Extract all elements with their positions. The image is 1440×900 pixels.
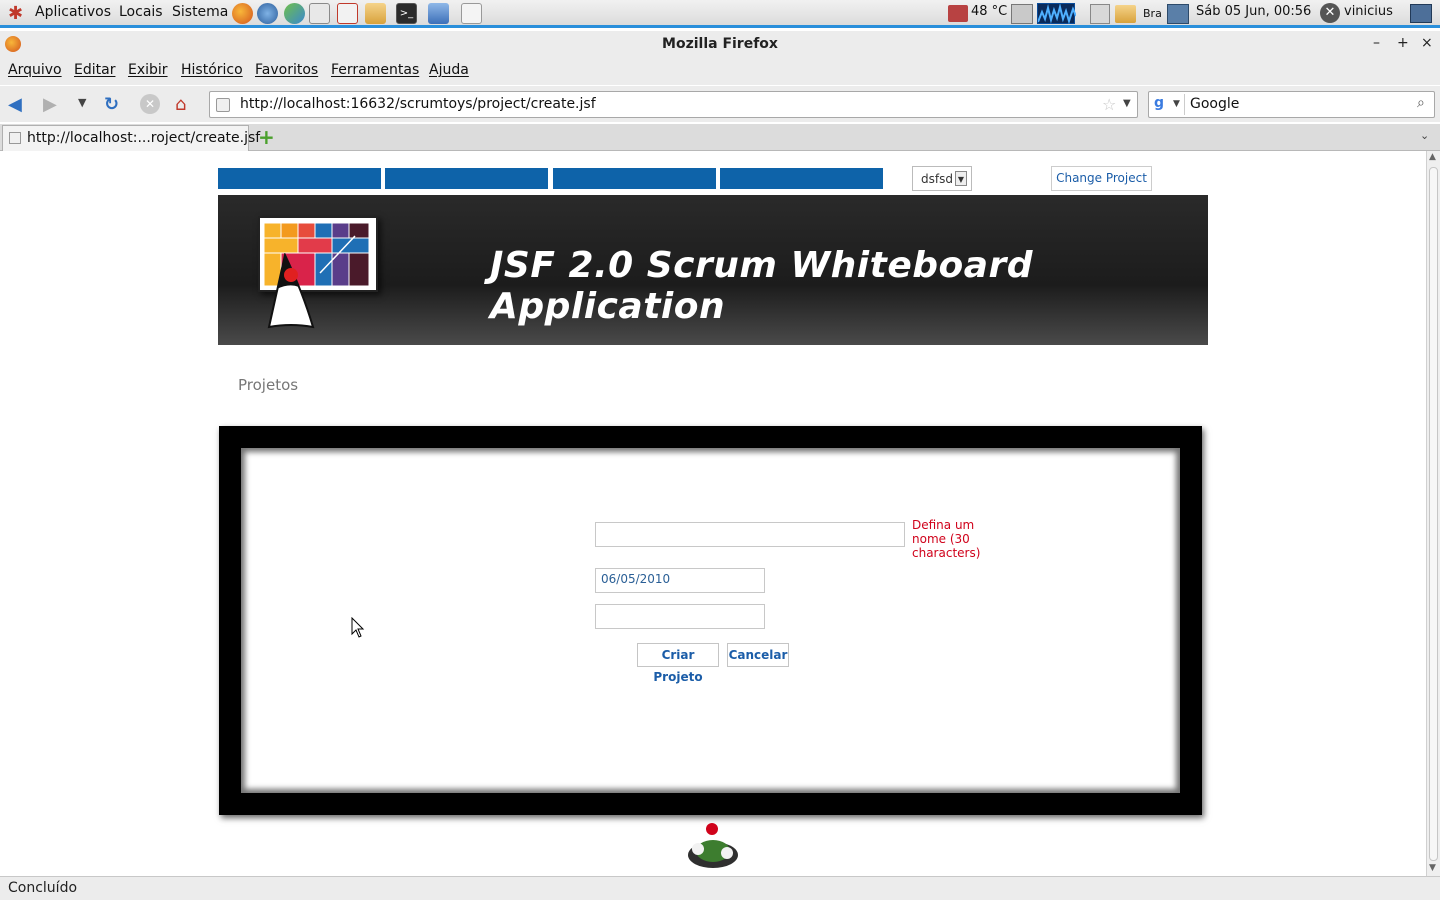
- start-date-input[interactable]: 06/05/2010: [595, 568, 765, 593]
- scroll-up-icon[interactable]: ▲: [1429, 152, 1436, 162]
- url-text[interactable]: http://localhost:16632/scrumtoys/project…: [240, 96, 596, 112]
- scroll-down-icon[interactable]: ▼: [1429, 863, 1436, 873]
- tab-label[interactable]: http://localhost:...roject/create.jsf: [27, 130, 260, 146]
- editor-launcher-icon[interactable]: [461, 3, 482, 24]
- reload-icon[interactable]: ↻: [104, 94, 119, 115]
- menu-view[interactable]: Exibir: [128, 62, 168, 78]
- chat-launcher-icon[interactable]: [284, 3, 305, 24]
- downloads-tray-icon[interactable]: [1090, 4, 1110, 24]
- search-engine-selector[interactable]: g ▼: [1151, 94, 1185, 115]
- search-magnifier-icon[interactable]: ⌕: [1417, 95, 1425, 111]
- show-desktop-icon[interactable]: [1410, 4, 1432, 23]
- panel-menu-applications[interactable]: Aplicativos: [35, 4, 111, 20]
- minimize-button[interactable]: –: [1373, 35, 1380, 51]
- stop-icon[interactable]: ✕: [140, 94, 160, 114]
- maximize-button[interactable]: +: [1397, 35, 1409, 51]
- home-folder-launcher-icon[interactable]: [365, 3, 386, 24]
- search-bar[interactable]: g ▼ Google ⌕: [1148, 91, 1435, 118]
- top-nav-item-2[interactable]: [385, 168, 548, 189]
- email-client-launcher-icon[interactable]: [337, 3, 358, 24]
- package-launcher-icon[interactable]: [428, 3, 449, 24]
- tab-create-project[interactable]: http://localhost:...roject/create.jsf: [2, 125, 260, 151]
- panel-menu-system[interactable]: Sistema: [172, 4, 228, 20]
- terminal-launcher-icon[interactable]: >_: [396, 3, 417, 24]
- window-title: Mozilla Firefox: [662, 36, 778, 52]
- page-scrollbar[interactable]: ▲ ▼: [1426, 151, 1440, 876]
- close-window-button[interactable]: ×: [1421, 35, 1433, 51]
- tab-favicon-icon: [9, 132, 21, 144]
- top-nav-item-1[interactable]: [218, 168, 381, 189]
- mouse-cursor-icon: [351, 617, 365, 638]
- tab-list-chevron-icon[interactable]: ⌄: [1420, 129, 1429, 142]
- panel-menu-places[interactable]: Locais: [119, 4, 163, 20]
- breadcrumb-projects[interactable]: Projetos: [238, 376, 298, 394]
- project-select[interactable]: dsfsd ▼: [912, 166, 972, 191]
- firefox-launcher-icon[interactable]: [232, 3, 253, 24]
- bookmark-star-icon[interactable]: ☆: [1102, 95, 1116, 114]
- logout-icon[interactable]: ✕: [1320, 3, 1340, 23]
- site-identity-icon[interactable]: [216, 98, 230, 112]
- project-name-input[interactable]: [595, 522, 905, 547]
- cancel-button[interactable]: Cancelar: [727, 643, 789, 667]
- menu-file[interactable]: Arquivo: [8, 62, 62, 78]
- history-dropdown-icon[interactable]: ▼: [78, 96, 86, 109]
- top-nav-item-4[interactable]: [720, 168, 883, 189]
- menu-edit[interactable]: Editar: [74, 62, 115, 78]
- home-icon[interactable]: ⌂: [175, 94, 186, 115]
- keyboard-layout-indicator[interactable]: Bra: [1143, 7, 1162, 20]
- mail-launcher-icon[interactable]: [309, 3, 330, 24]
- app-banner: JSF 2.0 Scrum Whiteboard Application: [218, 195, 1208, 345]
- desktop-top-panel: ✱ Aplicativos Locais Sistema >_ 48 °C Br…: [0, 0, 1440, 28]
- back-arrow-icon[interactable]: ◀: [8, 94, 22, 115]
- web-page: dsfsd ▼ Change Project JSF 2.0 Scrum Whi…: [0, 151, 1426, 876]
- clock[interactable]: Sáb 05 Jun, 00:56: [1196, 4, 1311, 19]
- cpu-freq-icon: [1011, 4, 1033, 24]
- menu-tools[interactable]: Ferramentas: [331, 62, 419, 78]
- end-date-input[interactable]: [595, 604, 765, 629]
- new-tab-plus-icon[interactable]: +: [258, 125, 275, 149]
- sensor-chip-icon: [948, 5, 968, 22]
- menu-bookmarks[interactable]: Favoritos: [255, 62, 318, 78]
- search-input[interactable]: Google: [1190, 96, 1239, 112]
- menu-history[interactable]: Histórico: [181, 62, 243, 78]
- gnome-foot-icon[interactable]: ✱: [8, 3, 23, 24]
- folder-tray-icon[interactable]: [1115, 5, 1136, 23]
- banner-title: JSF 2.0 Scrum Whiteboard Application: [490, 245, 1034, 327]
- system-monitor-graph[interactable]: [1037, 3, 1077, 25]
- monitor-graph-icon: [1037, 3, 1077, 25]
- change-project-button[interactable]: Change Project: [1051, 166, 1152, 191]
- engine-dropdown-icon: ▼: [1173, 99, 1180, 109]
- url-bar[interactable]: http://localhost:16632/scrumtoys/project…: [209, 91, 1138, 118]
- select-arrow-icon: ▼: [955, 171, 967, 186]
- cpu-temperature: 48 °C: [971, 4, 1008, 19]
- status-text: Concluído: [8, 880, 78, 896]
- project-select-value: dsfsd: [921, 172, 953, 186]
- network-tray-icon[interactable]: [1167, 4, 1189, 24]
- top-nav-item-3[interactable]: [553, 168, 716, 189]
- browser-launcher-icon[interactable]: [257, 3, 278, 24]
- user-name[interactable]: vinicius: [1344, 4, 1393, 19]
- status-bar: Concluído: [0, 876, 1440, 900]
- forward-arrow-icon[interactable]: ▶: [43, 94, 57, 115]
- name-error-message: Defina um nome (30 characters): [912, 518, 981, 560]
- window-titlebar: Mozilla Firefox – + ×: [0, 31, 1440, 57]
- url-dropdown-icon[interactable]: ▼: [1123, 98, 1131, 109]
- menu-help[interactable]: Ajuda: [429, 62, 469, 78]
- footer-duke-mascot-icon: [688, 823, 738, 868]
- google-logo-icon: g: [1154, 95, 1165, 111]
- menu-bar: Arquivo Editar Exibir Histórico Favorito…: [0, 57, 1440, 85]
- scroll-thumb[interactable]: [1429, 167, 1438, 861]
- duke-mascot-icon: [267, 253, 315, 329]
- create-project-button[interactable]: Criar Projeto: [637, 643, 719, 684]
